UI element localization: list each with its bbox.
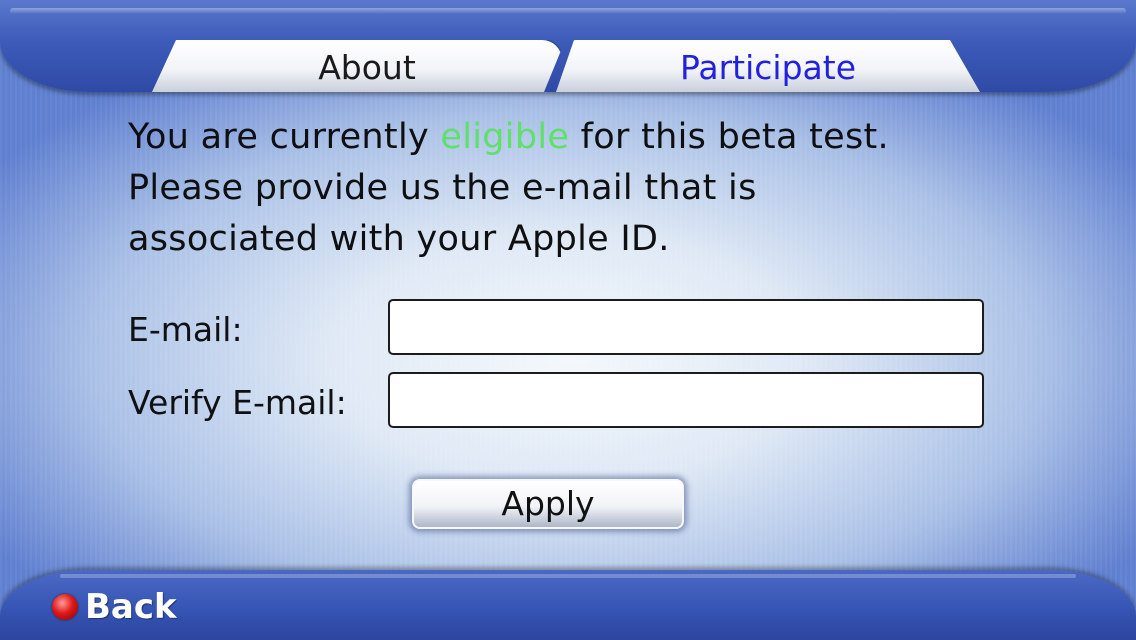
eligible-word: eligible xyxy=(440,117,570,157)
header-highlight xyxy=(10,8,1126,14)
message-line-1: You are currently eligible for this beta… xyxy=(128,112,1028,163)
tab-participate[interactable]: Participate xyxy=(556,40,980,92)
red-circle-icon xyxy=(52,594,78,620)
verify-email-label: Verify E-mail: xyxy=(128,383,347,422)
email-field[interactable] xyxy=(388,299,984,355)
eligibility-message: You are currently eligible for this beta… xyxy=(128,112,1028,265)
tab-about[interactable]: About xyxy=(152,40,562,92)
beta-signup-screen: About Participate You are currently elig… xyxy=(0,0,1136,640)
apply-button[interactable]: Apply xyxy=(412,479,684,529)
verify-email-field[interactable] xyxy=(388,372,984,428)
back-label: Back xyxy=(85,587,177,627)
toolbar-highlight xyxy=(60,574,1076,578)
email-label: E-mail: xyxy=(128,310,243,349)
message-part-2: for this beta test. xyxy=(569,117,889,157)
message-line-3: associated with your Apple ID. xyxy=(128,219,670,259)
tab-about-label: About xyxy=(318,48,416,87)
message-part-1: You are currently xyxy=(128,117,441,157)
message-line-2: Please provide us the e-mail that is xyxy=(128,168,757,208)
tab-participate-label: Participate xyxy=(679,48,857,87)
